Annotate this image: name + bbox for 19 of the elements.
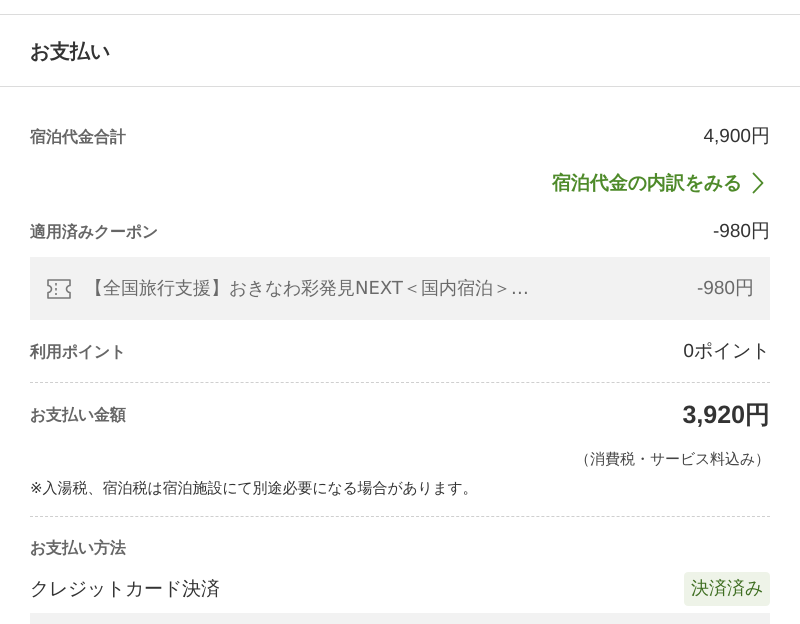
payment-method-label: お支払い方法 <box>30 537 126 559</box>
section-title: お支払い <box>30 38 110 64</box>
payment-method-value: クレジットカード決済 <box>30 577 220 602</box>
coupon-label: 適用済みクーポン <box>30 221 158 243</box>
payment-amount-value: 3,920円 <box>682 400 770 431</box>
payment-amount-label: お支払い金額 <box>30 404 126 426</box>
lodging-total-label: 宿泊代金合計 <box>30 126 126 148</box>
coupon-amount: -980円 <box>696 276 754 300</box>
points-value: 0ポイント <box>683 340 770 364</box>
payment-status-badge: 決済済み <box>684 572 770 606</box>
tax-note: （消費税・サービス料込み） <box>575 449 770 470</box>
points-label: 利用ポイント <box>30 341 126 363</box>
notice-text: ※入湯税、宿泊税は宿泊施設にて別途必要になる場合があります。 <box>30 478 479 499</box>
coupon-total-value: -980円 <box>712 220 770 244</box>
breakdown-link[interactable]: 宿泊代金の内訳をみる <box>552 169 770 197</box>
coupon-name: 【全国旅行支援】おきなわ彩発見NEXT＜国内宿泊＞… <box>85 276 530 300</box>
chevron-right-icon <box>752 172 764 194</box>
ticket-icon <box>47 278 71 298</box>
lodging-total-value: 4,900円 <box>703 125 770 149</box>
